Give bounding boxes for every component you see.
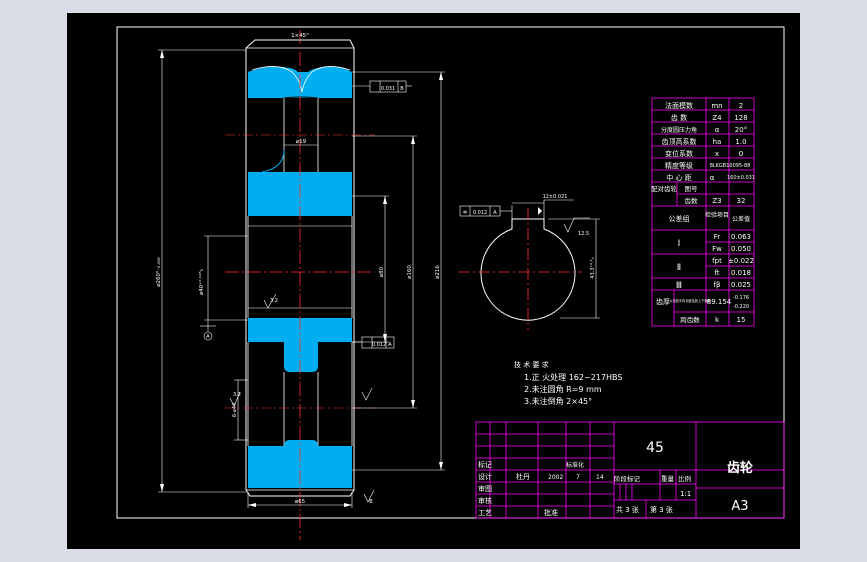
sheet-size: A3 xyxy=(731,499,748,514)
row-label-accuracy: 精度等级 xyxy=(665,161,693,170)
group-3-label: Ⅲ xyxy=(676,281,682,291)
row-val-center-distance: 160±0.031 xyxy=(727,175,755,181)
cad-drawing-viewport: ⌀260⁰₋₀.₀₆₅ ⌀40⁺⁰·⁰²⁵₀ ⌀216 ⌀160 ⌀80 6-⌀… xyxy=(0,0,867,562)
row-sym-pressure: α xyxy=(715,126,720,134)
group-3-item-1-val: 0.025 xyxy=(731,281,751,289)
row-val-pressure: 20° xyxy=(735,126,747,134)
total-sheets: 共 3 张 xyxy=(616,505,639,514)
approve-label: 批准 xyxy=(544,508,558,517)
group-2-item-2-val: 0.018 xyxy=(731,269,751,277)
row-label-addendum: 齿顶高系数 xyxy=(662,137,697,146)
row-sym-module: mn xyxy=(711,102,722,110)
group-1-item-1-val: 0.063 xyxy=(731,233,751,241)
symmetry-datum: A xyxy=(493,210,497,216)
row-sym-teeth: Z4 xyxy=(712,114,722,122)
sheet-number: 第 3 张 xyxy=(650,505,673,514)
outer-diameter-label: ⌀260⁰₋₀.₀₆₅ xyxy=(155,257,162,287)
group-2-item-2-sym: ft xyxy=(714,269,719,277)
thickness-value: 89.154 xyxy=(707,298,732,306)
width-label: ⌀65 xyxy=(295,499,306,505)
keyway-width-label: 12±0.021 xyxy=(543,194,568,200)
runout-value: 0.031 xyxy=(381,86,395,92)
date-day: 14 xyxy=(596,474,604,481)
symmetry-tolerance: 0.012 xyxy=(473,210,487,216)
thickness-sub-label: 公法线平均长度及其上下偏差 xyxy=(669,298,710,303)
runout-datum: B xyxy=(400,86,404,92)
bore-diameter-label: ⌀40⁺⁰·⁰²⁵₀ xyxy=(198,268,205,295)
group-2-item-1-sym: fpt xyxy=(712,257,722,265)
row-label-pressure: 分度圆压力角 xyxy=(661,126,697,134)
date-month: 7 xyxy=(576,474,580,481)
designer-label: 设计 xyxy=(478,472,492,481)
tolerance-value-header: 公差值 xyxy=(732,215,750,223)
mate-z-symbol: Z3 xyxy=(712,197,721,205)
drawing-canvas xyxy=(67,13,800,549)
scale-value: 1:1 xyxy=(680,490,691,498)
row-sym-shift: x xyxy=(715,150,719,158)
revision-label: 标记 xyxy=(478,460,492,469)
tech-req-item-2: 2.未注圆角 R=9 mm xyxy=(524,384,602,394)
group-2-item-1-val: ±0.022 xyxy=(728,257,754,265)
row-val-teeth: 128 xyxy=(734,114,747,122)
datum-a-marker: A xyxy=(206,334,210,340)
span-value: 15 xyxy=(737,316,746,324)
material-label: 45 xyxy=(646,440,664,456)
symmetry-symbol: ≑ xyxy=(462,209,467,216)
stage-mark-label: 阶段标记 xyxy=(614,474,641,483)
datum-b-marker: B xyxy=(369,499,373,505)
keyway-roughness: 12.5 xyxy=(578,231,589,237)
row-label-shift: 变位系数 xyxy=(665,149,693,158)
d19-label: ⌀19 xyxy=(296,139,307,145)
part-name: 齿轮 xyxy=(727,460,753,476)
row-sym-mate-teeth: 齿数 xyxy=(685,196,699,205)
weight-label: 重量 xyxy=(661,475,675,483)
face-runout-value: 0.012 xyxy=(372,342,386,348)
face-runout-datum: A xyxy=(388,342,392,348)
row-sym-addendum: ha xyxy=(713,138,722,146)
group-2-label: Ⅱ xyxy=(677,263,681,273)
tech-req-title: 技 术 要 求 xyxy=(514,360,549,369)
tech-req-item-3: 3.未注倒角 2×45° xyxy=(524,396,592,406)
row-sym-center-distance: α xyxy=(710,174,715,182)
standardization-label: 标准化 xyxy=(566,461,584,469)
review-label: 审核 xyxy=(478,496,492,505)
row-label-teeth: 齿 数 xyxy=(671,113,687,122)
mate-z-value: 32 xyxy=(737,197,746,205)
d160-label: ⌀160 xyxy=(407,265,413,279)
group-1-label: Ⅰ xyxy=(678,239,681,249)
tech-req-item-1: 1.正 火处理 162~217HBS xyxy=(524,372,622,382)
row-label-mate: 配对齿轮 xyxy=(651,184,678,193)
row-val-addendum: 1.0 xyxy=(735,138,746,146)
inspection-item-header: 检验项目 xyxy=(705,211,729,219)
thickness-upper-dev: -0.176 xyxy=(733,295,749,301)
group-1-item-1-sym: Fr xyxy=(714,233,721,241)
keyway-depth-label: 43.3⁺⁰·²₀ xyxy=(590,257,596,278)
rib-slot-label: 6-⌀44 xyxy=(232,403,238,417)
drawing-check-label: 审图 xyxy=(478,484,492,493)
group-3-item-1-sym: fβ xyxy=(714,281,721,289)
thickness-label: 齿厚 xyxy=(656,298,670,306)
row-sym-drawing-no: 图号 xyxy=(685,185,699,193)
d216-label: ⌀216 xyxy=(435,265,441,279)
span-label: 跨齿数 xyxy=(680,315,700,324)
row-label-center-distance: 中 心 距 xyxy=(666,173,691,182)
thickness-lower-dev: -0.220 xyxy=(733,304,749,310)
group-1-item-2-sym: Fw xyxy=(712,245,722,253)
group-1-item-2-val: 0.050 xyxy=(731,245,751,253)
date-year: 2002 xyxy=(548,474,563,481)
d80-label: ⌀80 xyxy=(379,266,385,277)
row-label-module: 法面模数 xyxy=(665,101,693,110)
row-val-accuracy: 8LKGB10095-88 xyxy=(710,163,751,169)
tolerance-group-header: 公差组 xyxy=(669,214,690,223)
row-val-module: 2 xyxy=(739,102,743,110)
designer-name: 杜丹 xyxy=(516,472,530,481)
roughness-label: 3.2 xyxy=(270,298,278,304)
scale-label: 比例 xyxy=(678,474,691,483)
process-label: 工艺 xyxy=(478,509,492,517)
chamfer-label: 1×45° xyxy=(291,33,309,39)
row-val-shift: 0 xyxy=(739,150,743,158)
